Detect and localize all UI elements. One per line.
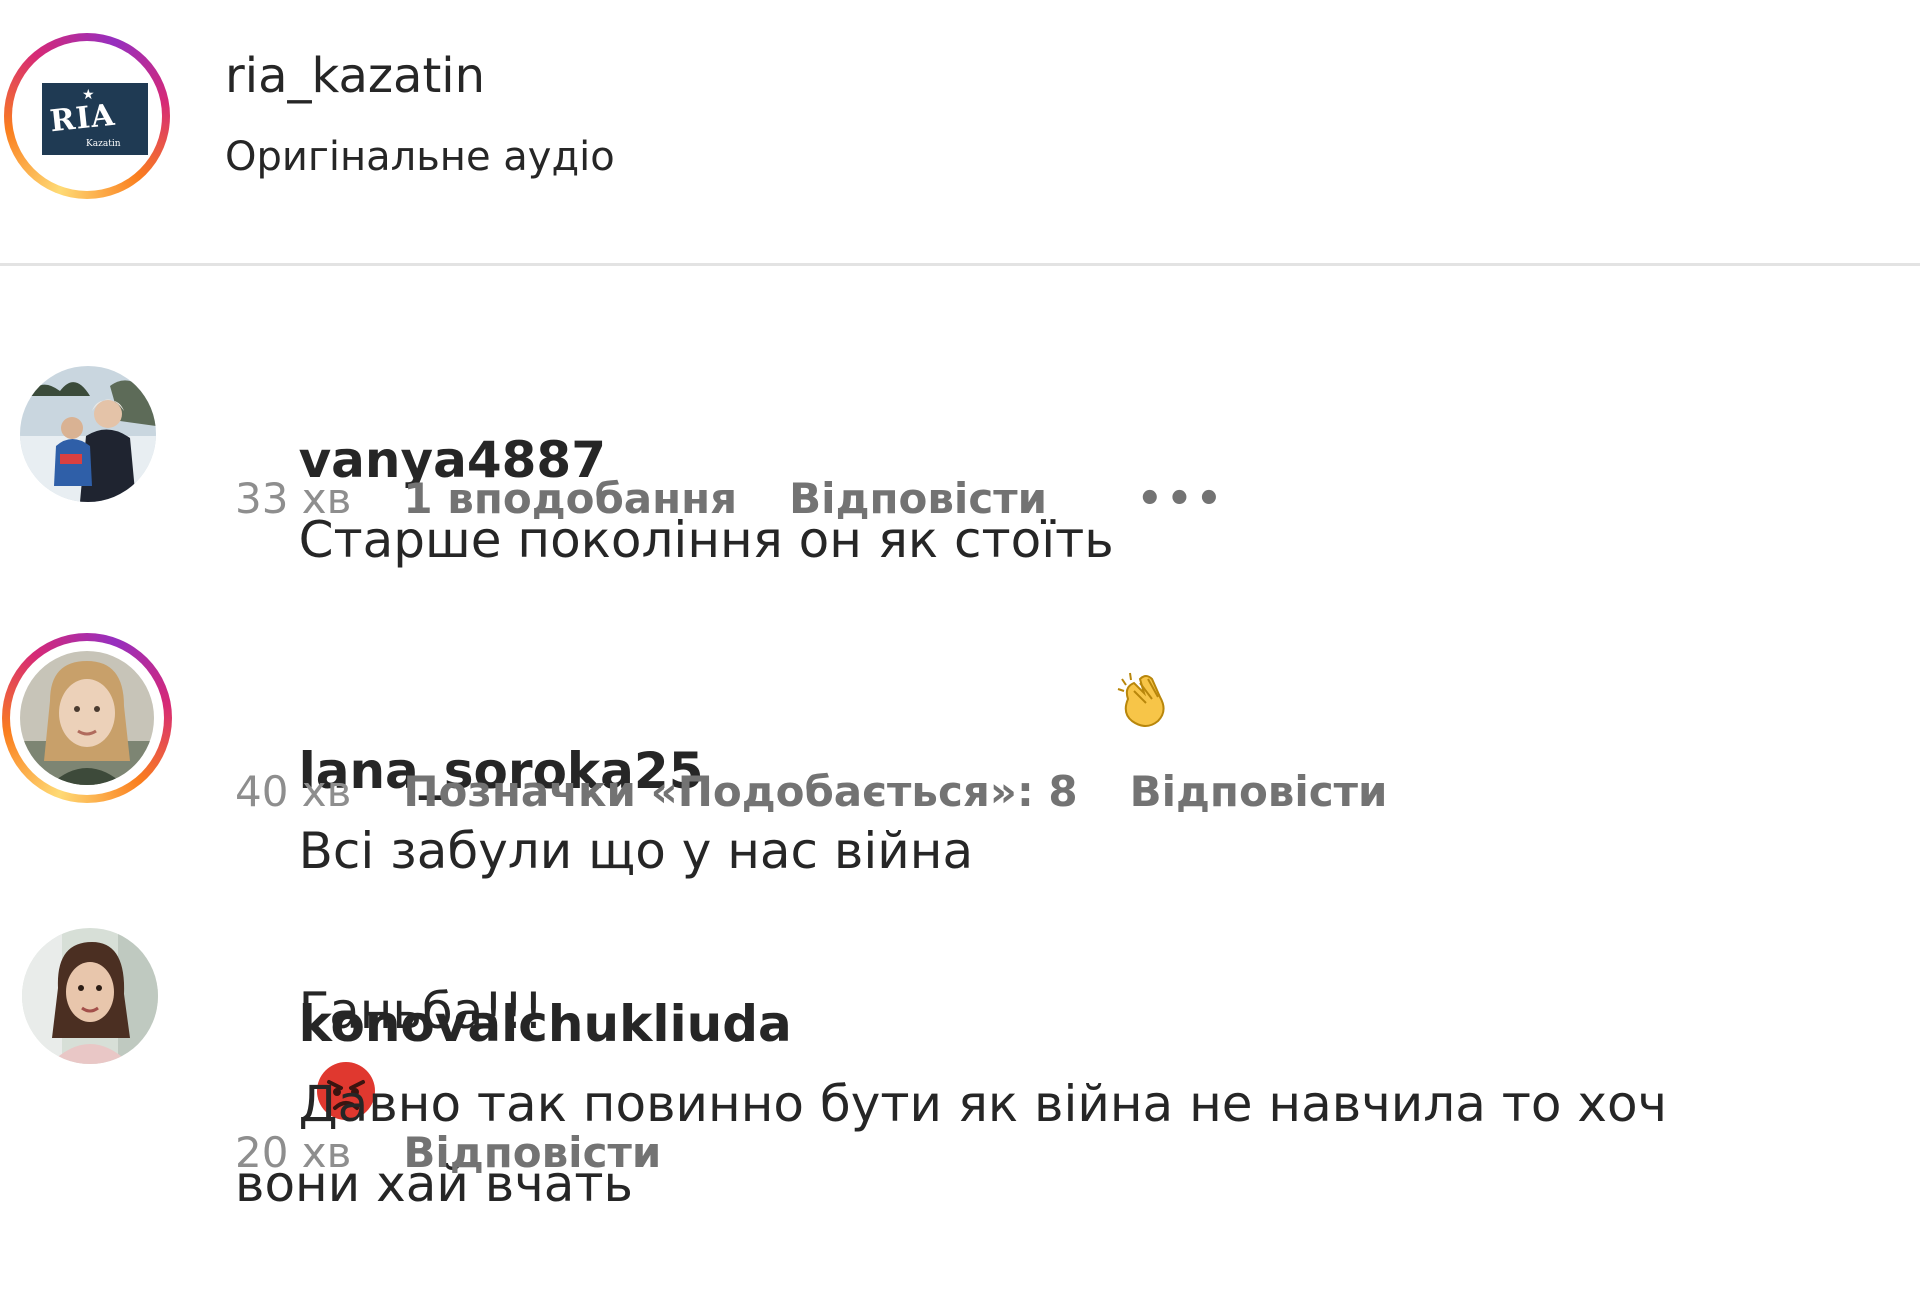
comment-meta: 20 хв Відповісти bbox=[235, 1128, 661, 1177]
story-ring[interactable]: ★ RIA Kazatin bbox=[4, 33, 170, 199]
avatar[interactable] bbox=[22, 928, 158, 1064]
avatar-image bbox=[20, 651, 154, 785]
avatar[interactable] bbox=[20, 366, 156, 502]
logo-text: RIA bbox=[48, 97, 117, 140]
logo-subtext: Kazatin bbox=[86, 139, 121, 149]
comment-text: konovalchukliuda Давно так повинно бути … bbox=[235, 904, 1755, 1304]
like-count[interactable]: Позначки «Подобається»: 8 bbox=[403, 767, 1077, 816]
comment-meta: 33 хв 1 вподобання Відповісти ••• bbox=[235, 474, 1226, 523]
avatar-image bbox=[22, 928, 158, 1064]
account-name[interactable]: ria_kazatin bbox=[225, 48, 485, 104]
like-count[interactable]: 1 вподобання bbox=[403, 474, 737, 523]
comment-timestamp[interactable]: 40 хв bbox=[235, 767, 351, 816]
ria-kazatin-logo: ★ RIA Kazatin bbox=[42, 83, 148, 155]
comment-body: Всі забули що у нас війна bbox=[298, 822, 974, 880]
audio-label[interactable]: Оригінальне аудіо bbox=[225, 134, 615, 180]
more-options-icon[interactable]: ••• bbox=[1137, 476, 1226, 522]
avatar bbox=[20, 651, 154, 785]
post-header: ★ RIA Kazatin ria_kazatin Оригінальне ау… bbox=[0, 0, 1920, 266]
comment-username[interactable]: konovalchukliuda bbox=[299, 995, 792, 1053]
reply-button[interactable]: Відповісти bbox=[1130, 767, 1388, 816]
reply-button[interactable]: Відповісти bbox=[789, 474, 1047, 523]
reply-button[interactable]: Відповісти bbox=[403, 1128, 661, 1177]
comment-timestamp[interactable]: 33 хв bbox=[235, 474, 351, 523]
comment-meta: 40 хв Позначки «Подобається»: 8 Відповіс… bbox=[235, 767, 1387, 816]
story-ring[interactable] bbox=[2, 633, 172, 803]
avatar-image bbox=[20, 366, 156, 502]
comment-timestamp[interactable]: 20 хв bbox=[235, 1128, 351, 1177]
avatar-frame: ★ RIA Kazatin bbox=[12, 41, 162, 191]
avatar-frame bbox=[10, 641, 164, 795]
